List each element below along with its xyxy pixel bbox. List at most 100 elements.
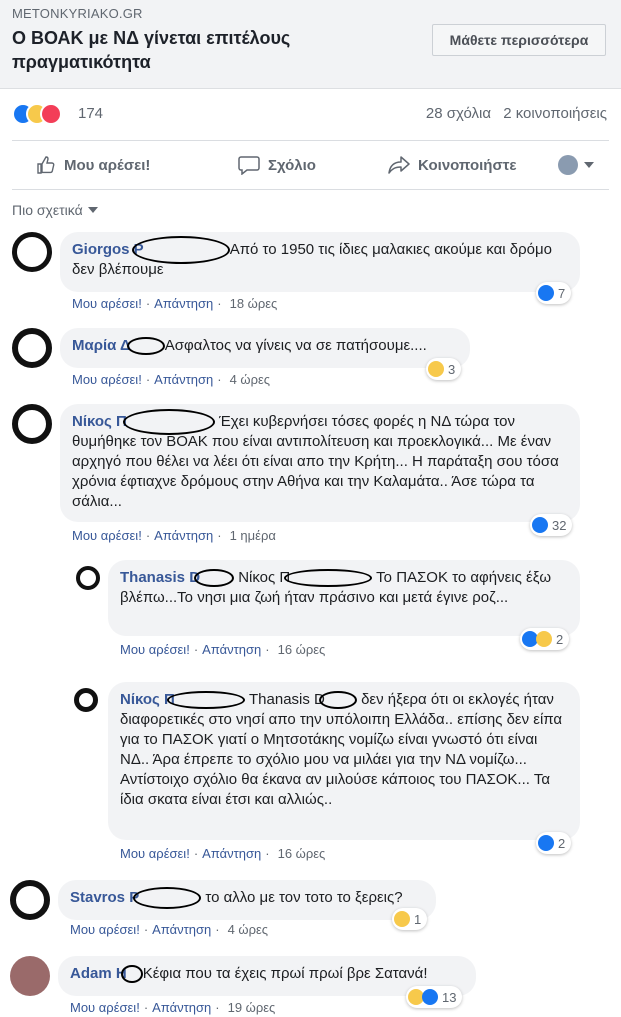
comments-count[interactable]: 28 σχόλια xyxy=(426,105,491,122)
comment-reply-link[interactable]: Απάντηση xyxy=(154,296,213,311)
avatar[interactable] xyxy=(12,328,52,368)
comment-text: Κέφια που τα έχεις πρωί πρωί βρε Σατανά! xyxy=(142,965,428,982)
comment-reactions[interactable]: 13 xyxy=(406,986,463,1008)
reactions-count[interactable]: 174 xyxy=(78,105,103,122)
comment-reply-link[interactable]: Απάντηση xyxy=(152,1000,211,1015)
share-icon xyxy=(388,156,410,174)
audience-selector[interactable] xyxy=(558,141,594,189)
like-reaction-icon xyxy=(538,285,554,301)
redaction-mark xyxy=(318,691,357,710)
love-reaction-icon xyxy=(40,103,62,125)
comment-reply-link[interactable]: Απάντηση xyxy=(154,372,213,387)
comment-button[interactable]: Σχόλιο xyxy=(238,141,316,189)
comment-like-link[interactable]: Μου αρέσει! xyxy=(70,922,140,937)
comment-tag[interactable]: Thanasis D xyxy=(249,691,325,708)
comment-label: Σχόλιο xyxy=(268,156,316,174)
comment-reactions[interactable]: 7 xyxy=(536,282,572,304)
comment-time[interactable]: 16 ώρες xyxy=(278,642,326,657)
comment-author[interactable]: Adam H xyxy=(70,965,127,982)
comment-author[interactable]: Thanasis D xyxy=(120,569,200,586)
haha-reaction-icon xyxy=(428,361,444,377)
link-title[interactable]: Ο ΒΟΑΚ με ΝΔ γίνεται επιτέλους πραγματικ… xyxy=(12,26,392,74)
reaction-count: 32 xyxy=(552,517,567,533)
comment-author[interactable]: Μαρία Δ xyxy=(72,337,131,354)
reactions-summary: 174 28 σχόλια 2 κοινοποιήσεις xyxy=(0,88,621,140)
chevron-down-icon xyxy=(584,162,594,168)
comment-time[interactable]: 1 ημέρα xyxy=(230,528,276,543)
like-label: Μου αρέσει! xyxy=(64,156,151,174)
comment-time[interactable]: 16 ώρες xyxy=(278,846,326,861)
action-bar: Μου αρέσει! Σχόλιο Κοινοποιήστε xyxy=(12,140,609,190)
avatar[interactable] xyxy=(76,566,100,590)
reaction-count: 7 xyxy=(558,285,566,301)
comment-reply-link[interactable]: Απάντηση xyxy=(152,922,211,937)
comment-actions: Μου αρέσει! · Απάντηση · 4 ώρες xyxy=(72,372,271,387)
comment-author[interactable]: Νίκος Π xyxy=(72,413,127,430)
comment-actions: Μου αρέσει! · Απάντηση · 1 ημέρα xyxy=(72,528,276,543)
comment-time[interactable]: 19 ώρες xyxy=(228,1000,276,1015)
comment-like-link[interactable]: Μου αρέσει! xyxy=(72,528,142,543)
chevron-down-icon xyxy=(87,207,98,213)
comment-like-link[interactable]: Μου αρέσει! xyxy=(72,372,142,387)
thumbs-up-icon xyxy=(37,156,55,174)
comment-bubble: Νίκος Π Έχει κυβερνήσει τόσες φορές η ΝΔ… xyxy=(60,404,580,522)
comment-actions: Μου αρέσει! · Απάντηση · 4 ώρες xyxy=(70,922,269,937)
redaction-mark xyxy=(131,236,230,265)
comment-bubble: Stavros P το αλλο με τον τοτο το ξερεις? xyxy=(58,880,436,920)
comment-icon xyxy=(238,156,260,175)
comment-actions: Μου αρέσει! · Απάντηση · 16 ώρες xyxy=(120,846,326,861)
comment-sort-dropdown[interactable]: Πιο σχετικά xyxy=(12,202,98,218)
comment-time[interactable]: 4 ώρες xyxy=(228,922,268,937)
reaction-count: 13 xyxy=(442,989,457,1005)
reaction-count: 2 xyxy=(558,835,566,851)
reaction-count: 3 xyxy=(448,361,456,377)
comment-like-link[interactable]: Μου αρέσει! xyxy=(72,296,142,311)
redaction-mark xyxy=(126,337,165,356)
comment-actions: Μου αρέσει! · Απάντηση · 18 ώρες xyxy=(72,296,278,311)
like-button[interactable]: Μου αρέσει! xyxy=(36,141,150,189)
redaction-mark xyxy=(284,569,373,588)
user-avatar xyxy=(558,155,578,175)
comment-author[interactable]: Stavros P xyxy=(70,889,139,906)
comment-tag[interactable]: Νίκος Π xyxy=(238,569,290,586)
share-label: Κοινοποιήστε xyxy=(418,156,517,174)
link-preview[interactable]: METONKYRIAKO.GR Ο ΒΟΑΚ με ΝΔ γίνεται επι… xyxy=(0,0,621,89)
comment-like-link[interactable]: Μου αρέσει! xyxy=(120,846,190,861)
comment-time[interactable]: 18 ώρες xyxy=(230,296,278,311)
comment-reactions[interactable]: 3 xyxy=(426,358,462,380)
share-button[interactable]: Κοινοποιήστε xyxy=(388,141,517,189)
comment-reply-link[interactable]: Απάντηση xyxy=(154,528,213,543)
comment-bubble: Νίκος Π Thanasis D δεν ήξερα ότι οι εκλο… xyxy=(108,682,580,840)
avatar[interactable] xyxy=(10,956,50,996)
comment-reactions[interactable]: 32 xyxy=(530,514,573,536)
comment-time[interactable]: 4 ώρες xyxy=(230,372,270,387)
reaction-icons[interactable] xyxy=(12,103,74,125)
haha-reaction-icon xyxy=(536,631,552,647)
comment-like-link[interactable]: Μου αρέσει! xyxy=(70,1000,140,1015)
learn-more-button[interactable]: Μάθετε περισσότερα xyxy=(432,24,606,56)
comment-reply-link[interactable]: Απάντηση xyxy=(202,846,261,861)
comment-like-link[interactable]: Μου αρέσει! xyxy=(120,642,190,657)
sort-label: Πιο σχετικά xyxy=(12,202,83,218)
comment-bubble: Μαρία Δ Ασφαλτος να γίνεις να σε πατήσουμ… xyxy=(60,328,470,368)
like-reaction-icon xyxy=(532,517,548,533)
like-reaction-icon xyxy=(538,835,554,851)
comment-bubble: Thanasis D Νίκος Π Το ΠΑΣΟΚ το αφήνεις έ… xyxy=(108,560,580,636)
redaction-mark xyxy=(194,569,235,588)
redaction-mark xyxy=(133,887,202,910)
comment-reactions[interactable]: 2 xyxy=(520,628,570,650)
avatar[interactable] xyxy=(10,880,50,920)
avatar[interactable] xyxy=(12,404,52,444)
reaction-count: 2 xyxy=(556,631,564,647)
comment-text: το αλλο με τον τοτο το ξερεις? xyxy=(205,889,403,906)
shares-count[interactable]: 2 κοινοποιήσεις xyxy=(503,105,607,122)
avatar[interactable] xyxy=(12,232,52,272)
haha-reaction-icon xyxy=(394,911,410,927)
comment-reactions[interactable]: 1 xyxy=(392,908,428,930)
comment-reply-link[interactable]: Απάντηση xyxy=(202,642,261,657)
reaction-count: 1 xyxy=(414,911,422,927)
comment-actions: Μου αρέσει! · Απάντηση · 16 ώρες xyxy=(120,642,326,657)
comment-reactions[interactable]: 2 xyxy=(536,832,572,854)
avatar[interactable] xyxy=(74,688,98,712)
comment-actions: Μου αρέσει! · Απάντηση · 19 ώρες xyxy=(70,1000,276,1015)
